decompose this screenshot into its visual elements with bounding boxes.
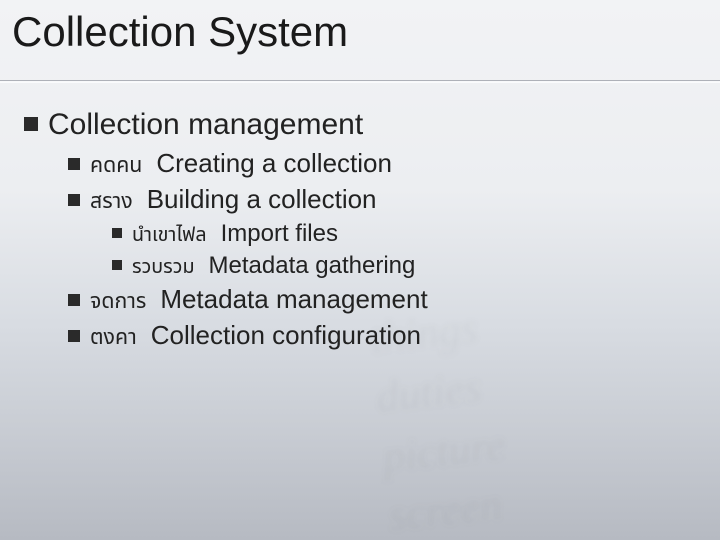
en-label: Creating a collection bbox=[156, 148, 392, 178]
list-item: คดคน Creating a collection bbox=[68, 148, 696, 182]
list-item: รวบรวม Metadata gathering bbox=[112, 252, 696, 282]
thai-label: คดคน bbox=[90, 149, 142, 182]
list-item: ตงคา Collection configuration bbox=[68, 320, 696, 354]
thai-label: สราง bbox=[90, 185, 133, 218]
square-bullet-icon bbox=[68, 158, 80, 170]
slide-title: Collection System bbox=[12, 8, 348, 56]
thai-label: ตงคา bbox=[90, 321, 137, 354]
slide: Collection System things duties picture … bbox=[0, 0, 720, 540]
en-label: Collection configuration bbox=[151, 320, 421, 350]
list-item: จดการ Metadata management bbox=[68, 284, 696, 318]
list-item: Collection management bbox=[24, 108, 696, 142]
thai-label: จดการ bbox=[90, 285, 146, 318]
square-bullet-icon bbox=[68, 294, 80, 306]
square-bullet-icon bbox=[68, 330, 80, 342]
square-bullet-icon bbox=[24, 117, 38, 131]
bg-word: screen bbox=[386, 449, 720, 540]
en-label: Metadata management bbox=[160, 284, 427, 314]
list-item: สราง Building a collection bbox=[68, 184, 696, 218]
heading-text: Collection management bbox=[48, 108, 363, 141]
square-bullet-icon bbox=[112, 228, 122, 238]
en-label: Metadata gathering bbox=[209, 252, 416, 279]
bg-word: picture bbox=[380, 390, 720, 487]
en-label: Building a collection bbox=[147, 184, 377, 214]
slide-body: Collection management คดคน Creating a col… bbox=[24, 108, 696, 356]
square-bullet-icon bbox=[68, 194, 80, 206]
en-label: Import files bbox=[221, 220, 338, 247]
square-bullet-icon bbox=[112, 260, 122, 270]
thai-label: นำเขาไฟล bbox=[132, 220, 207, 250]
thai-label: รวบรวม bbox=[132, 252, 195, 282]
list-item: นำเขาไฟล Import files bbox=[112, 220, 696, 250]
title-divider bbox=[0, 80, 720, 82]
